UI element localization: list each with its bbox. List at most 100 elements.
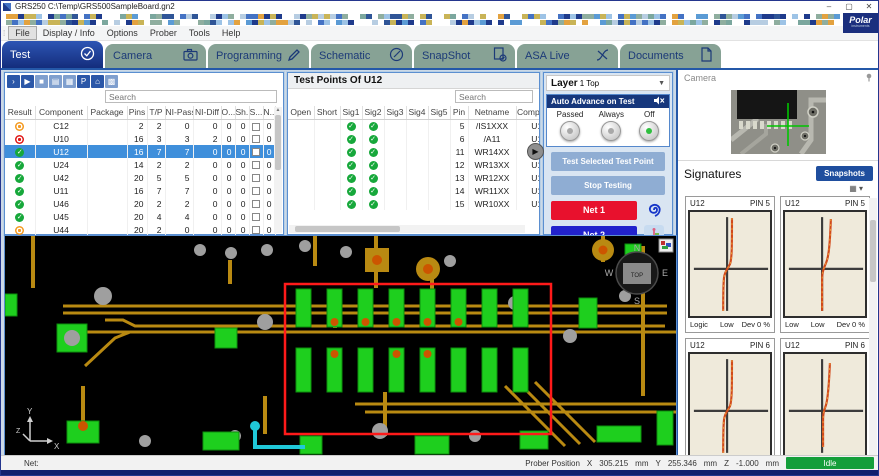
component-row[interactable]: U10 16 3 3 2 0 0 0 [5, 132, 275, 145]
testpoints-hscrollbar[interactable] [289, 225, 525, 233]
testpoint-row[interactable]: 6 /A11 U12 Logi [288, 132, 539, 145]
components-column-header[interactable]: NI-Diff [193, 106, 221, 119]
testpoints-search-input[interactable] [455, 90, 533, 103]
scrollbar-thumb[interactable] [870, 220, 876, 282]
minimize-button[interactable]: – [819, 2, 839, 11]
signature-card[interactable]: U12 PIN 5 Low Low Dev [780, 196, 870, 333]
tab-documents[interactable]: Documents [620, 44, 721, 68]
toolbar-button[interactable]: ▦ [63, 75, 76, 88]
test-selected-button[interactable]: Test Selected Test Point [551, 152, 665, 171]
stop-testing-button[interactable]: Stop Testing [551, 176, 665, 195]
cell-sig4 [406, 145, 428, 158]
row-checkbox[interactable] [252, 161, 260, 169]
scrollbar-thumb[interactable] [275, 115, 281, 170]
testpoints-column-header[interactable]: Component [516, 106, 539, 119]
component-row[interactable]: U45 20 4 4 0 0 0 0 [5, 210, 275, 223]
toolbar-button[interactable]: ⌂ [91, 75, 104, 88]
testpoints-column-header[interactable]: Pin [450, 106, 468, 119]
menu-item[interactable]: Tools [183, 27, 216, 39]
component-row[interactable]: U11 16 7 7 0 0 0 0 [5, 184, 275, 197]
signature-card[interactable]: U12 PIN 5 Logic Low De [685, 196, 775, 333]
tab-asa-live[interactable]: ASA Live [517, 44, 618, 68]
radio-button[interactable] [639, 121, 659, 141]
toolbar-button[interactable]: › [7, 75, 20, 88]
testpoint-row[interactable]: 14 WR11XX U12 Logi [288, 184, 539, 197]
cell-package [87, 132, 127, 145]
testpoint-row[interactable]: 5 /IS1XXX U12 Logi [288, 119, 539, 132]
signatures-scrollbar[interactable] [869, 198, 877, 455]
toolbar-button[interactable]: P [77, 75, 90, 88]
tab-schematic[interactable]: Schematic [311, 44, 412, 68]
pcb-board-view[interactable]: TOP N S W E Y X Z [4, 235, 677, 456]
close-button[interactable]: ✕ [859, 2, 879, 11]
components-column-header[interactable]: Component [35, 106, 87, 119]
signatures-view-options[interactable]: ▦ ▾ [678, 183, 879, 195]
components-column-header[interactable]: Result [5, 106, 35, 119]
component-row[interactable]: U46 20 2 2 0 0 0 0 [5, 197, 275, 210]
components-scrollbar[interactable]: ▲ [274, 107, 282, 233]
testpoints-column-header[interactable]: Sig5 [428, 106, 450, 119]
mute-speaker-icon[interactable] [654, 96, 665, 107]
signature-card[interactable]: U12 PIN 6 [685, 338, 775, 466]
net1-button[interactable]: Net 1 [551, 201, 637, 220]
row-checkbox[interactable] [252, 135, 260, 143]
panel-expand-button[interactable]: ▶ [527, 143, 544, 160]
components-column-header[interactable]: Pins [127, 106, 147, 119]
row-checkbox[interactable] [252, 148, 260, 156]
cell-pin: 6 [450, 132, 468, 145]
toolbar-button[interactable]: ▩ [105, 75, 118, 88]
testpoints-column-header[interactable]: Sig1 [340, 106, 362, 119]
component-row[interactable]: U42 20 5 5 0 0 0 0 [5, 171, 275, 184]
testpoint-row[interactable]: 11 WR14XX U12 Logi [288, 145, 539, 158]
signature-card[interactable]: U12 PIN 6 [780, 338, 870, 466]
component-row[interactable]: C12 2 2 0 0 0 0 0 [5, 119, 275, 132]
probe-swirl-icon[interactable] [644, 200, 664, 220]
testpoints-column-header[interactable]: Open [288, 106, 314, 119]
component-row[interactable]: U12 16 7 7 0 0 0 0 [5, 145, 275, 158]
layer-dropdown[interactable]: Layer 1 Top ▼ [546, 75, 670, 91]
row-checkbox[interactable] [252, 174, 260, 182]
cell-netname: /IS1XXX [468, 119, 516, 132]
toolbar-button[interactable]: ■ [35, 75, 48, 88]
pin-icon[interactable] [865, 73, 873, 86]
testpoints-column-header[interactable]: Sig2 [362, 106, 384, 119]
components-column-header[interactable]: S... [249, 106, 263, 119]
cell-open [288, 145, 314, 158]
components-search-input[interactable] [105, 90, 277, 103]
hscrollbar-thumb[interactable] [295, 226, 400, 232]
components-column-header[interactable]: O... [221, 106, 235, 119]
menu-item[interactable]: Help [216, 27, 247, 39]
tab-test[interactable]: Test [2, 41, 103, 68]
row-checkbox[interactable] [252, 123, 260, 131]
testpoints-column-header[interactable]: Short [314, 106, 340, 119]
tab-snapshot[interactable]: SnapShot [414, 44, 515, 68]
testpoints-column-header[interactable]: Sig4 [406, 106, 428, 119]
scroll-up-icon[interactable]: ▲ [274, 107, 282, 113]
maximize-button[interactable]: ▢ [839, 2, 859, 11]
testpoints-column-header[interactable]: Sig3 [384, 106, 406, 119]
testpoint-row[interactable]: 12 WR13XX U12 Logi [288, 158, 539, 171]
menu-item[interactable]: Display / Info [37, 27, 101, 39]
menu-item[interactable]: Options [101, 27, 144, 39]
radio-button[interactable] [601, 121, 621, 141]
components-column-header[interactable]: Package [87, 106, 127, 119]
component-row[interactable]: U24 14 2 2 0 0 0 0 [5, 158, 275, 171]
toolbar-button[interactable]: ▤ [49, 75, 62, 88]
radio-button[interactable] [560, 121, 580, 141]
row-checkbox[interactable] [252, 226, 260, 234]
snapshots-button[interactable]: Snapshots [816, 166, 873, 181]
toolbar-button[interactable]: ▶ [21, 75, 34, 88]
components-column-header[interactable]: T/P [147, 106, 165, 119]
menu-item[interactable]: File [8, 26, 37, 40]
row-checkbox[interactable] [252, 187, 260, 195]
tab-camera[interactable]: Camera [105, 44, 206, 68]
menu-item[interactable]: Prober [144, 27, 183, 39]
components-column-header[interactable]: Sh... [235, 106, 249, 119]
testpoint-row[interactable]: 15 WR10XX U12 Logi [288, 197, 539, 210]
testpoint-row[interactable]: 13 WR12XX U12 Logi [288, 171, 539, 184]
tab-programming[interactable]: Programming [208, 44, 309, 68]
row-checkbox[interactable] [252, 200, 260, 208]
components-column-header[interactable]: NI-Pass [165, 106, 193, 119]
testpoints-column-header[interactable]: Netname [468, 106, 516, 119]
row-checkbox[interactable] [252, 213, 260, 221]
